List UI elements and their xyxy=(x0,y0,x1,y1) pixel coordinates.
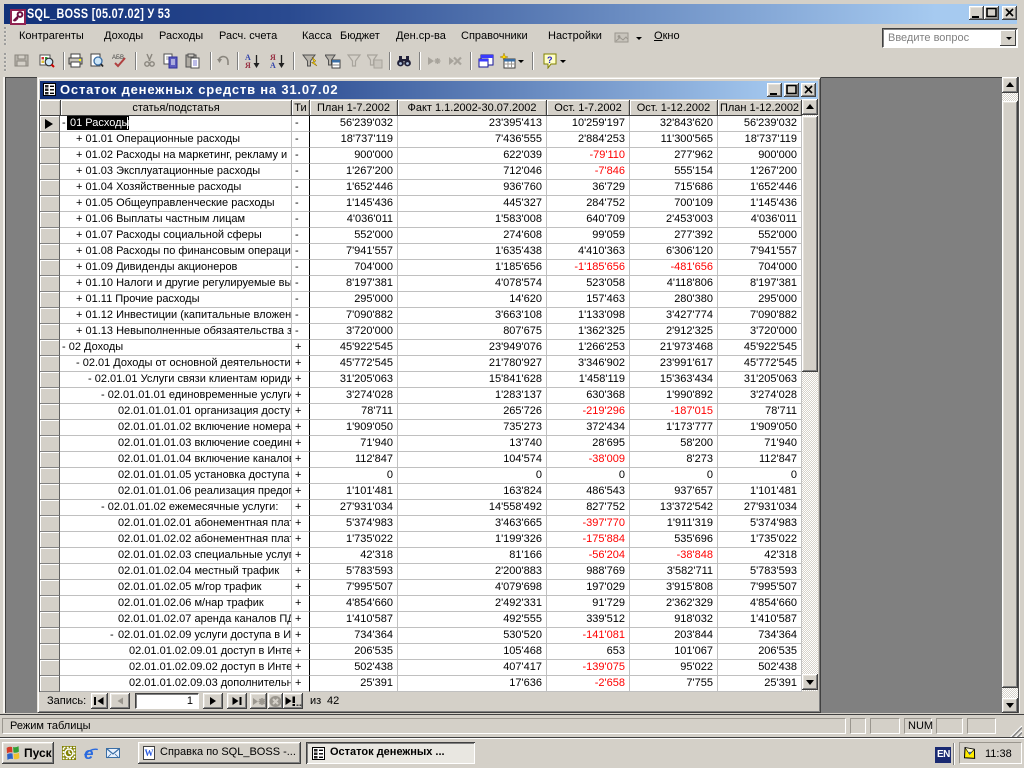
svg-text:Я: Я xyxy=(245,61,251,69)
svg-text:W: W xyxy=(145,748,154,758)
svg-text:e: e xyxy=(84,746,93,760)
svg-text:А: А xyxy=(270,61,276,69)
svg-text:?: ? xyxy=(547,55,553,65)
